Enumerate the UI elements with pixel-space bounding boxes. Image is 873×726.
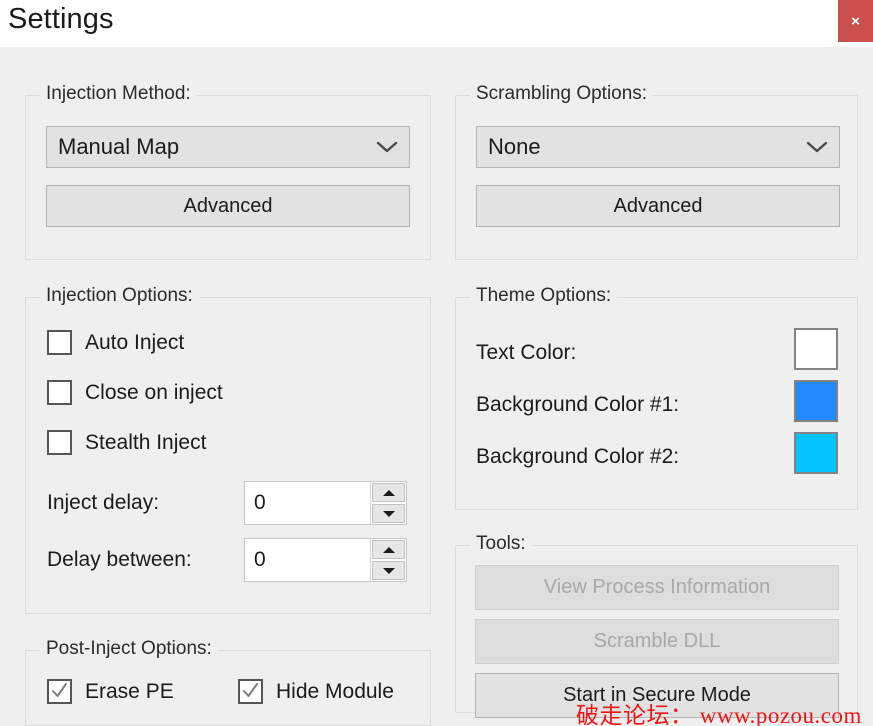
- checkbox-erase-pe[interactable]: Erase PE: [47, 679, 174, 704]
- scramble-dll-label: Scramble DLL: [593, 630, 721, 652]
- scrambling-options-advanced-button[interactable]: Advanced: [476, 185, 840, 227]
- background-color-2-swatch[interactable]: [794, 432, 838, 474]
- stepper-up-icon[interactable]: [372, 483, 405, 502]
- close-button[interactable]: ×: [838, 0, 873, 42]
- background-color-1-label: Background Color #1:: [476, 393, 680, 416]
- injection-method-dropdown[interactable]: Manual Map: [46, 126, 410, 168]
- checkbox-stealth-inject[interactable]: Stealth Inject: [47, 430, 206, 455]
- stepper-down-icon[interactable]: [372, 504, 405, 523]
- checkbox-close-on-inject-label: Close on inject: [85, 380, 223, 404]
- text-color-label: Text Color:: [476, 341, 577, 364]
- checkbox-hide-module-label: Hide Module: [276, 679, 394, 703]
- checkbox-box: [47, 330, 72, 355]
- checkbox-auto-inject-label: Auto Inject: [85, 330, 185, 354]
- inject-delay-value: 0: [254, 491, 266, 514]
- close-icon: ×: [851, 12, 860, 30]
- view-process-information-button[interactable]: View Process Information: [475, 565, 839, 610]
- group-injection-options-legend: Injection Options:: [40, 285, 199, 307]
- checkbox-box: [47, 430, 72, 455]
- scrambling-options-dropdown[interactable]: None: [476, 126, 840, 168]
- checkbox-box: [238, 679, 263, 704]
- background-color-1-swatch[interactable]: [794, 380, 838, 422]
- chevron-down-icon: [795, 140, 839, 154]
- group-injection-method-legend: Injection Method:: [40, 83, 197, 105]
- page-title: Settings: [8, 3, 114, 35]
- group-theme-options-legend: Theme Options:: [470, 285, 618, 307]
- checkbox-box: [47, 380, 72, 405]
- injection-method-value: Manual Map: [58, 134, 180, 159]
- scramble-dll-button[interactable]: Scramble DLL: [475, 619, 839, 664]
- scrambling-options-value: None: [488, 134, 541, 159]
- view-process-information-label: View Process Information: [543, 576, 771, 598]
- stepper-up-icon[interactable]: [372, 540, 405, 559]
- group-post-inject-options-legend: Post-Inject Options:: [40, 638, 218, 660]
- title-bar: Settings ×: [0, 0, 873, 47]
- delay-between-value: 0: [254, 548, 266, 571]
- injection-method-advanced-button[interactable]: Advanced: [46, 185, 410, 227]
- scrambling-options-advanced-label: Advanced: [613, 194, 703, 217]
- settings-window: Settings × Injection Method: Manual Map …: [0, 0, 873, 726]
- checkbox-stealth-inject-label: Stealth Inject: [85, 430, 207, 454]
- watermark-text: 破走论坛： www.pozou.com: [576, 703, 862, 726]
- stepper-down-icon[interactable]: [372, 561, 405, 580]
- inject-delay-spinner[interactable]: 0: [244, 481, 407, 525]
- checkbox-auto-inject[interactable]: Auto Inject: [47, 330, 184, 355]
- checkbox-erase-pe-label: Erase PE: [85, 679, 174, 703]
- text-color-swatch[interactable]: [794, 328, 838, 370]
- group-tools-legend: Tools:: [470, 533, 532, 555]
- checkbox-box: [47, 679, 72, 704]
- chevron-down-icon: [365, 140, 409, 154]
- group-tools: Tools: View Process Information Scramble…: [455, 533, 858, 718]
- group-post-inject-options: Post-Inject Options: Erase PE Hide Modul…: [25, 638, 431, 726]
- background-color-2-label: Background Color #2:: [476, 445, 680, 468]
- delay-between-stepper: [370, 539, 406, 581]
- group-scrambling-options-legend: Scrambling Options:: [470, 83, 654, 105]
- delay-between-label: Delay between:: [47, 548, 192, 571]
- group-scrambling-options: Scrambling Options: None Advanced: [455, 83, 858, 260]
- checkbox-close-on-inject[interactable]: Close on inject: [47, 380, 223, 405]
- group-injection-options: Injection Options: Auto Inject Close on …: [25, 285, 431, 614]
- injection-method-advanced-label: Advanced: [183, 194, 273, 217]
- inject-delay-label: Inject delay:: [47, 491, 160, 514]
- inject-delay-stepper: [370, 482, 406, 524]
- group-theme-options: Theme Options: Text Color: Background Co…: [455, 285, 858, 510]
- delay-between-spinner[interactable]: 0: [244, 538, 407, 582]
- checkbox-hide-module[interactable]: Hide Module: [238, 679, 394, 704]
- group-injection-method: Injection Method: Manual Map Advanced: [25, 83, 431, 260]
